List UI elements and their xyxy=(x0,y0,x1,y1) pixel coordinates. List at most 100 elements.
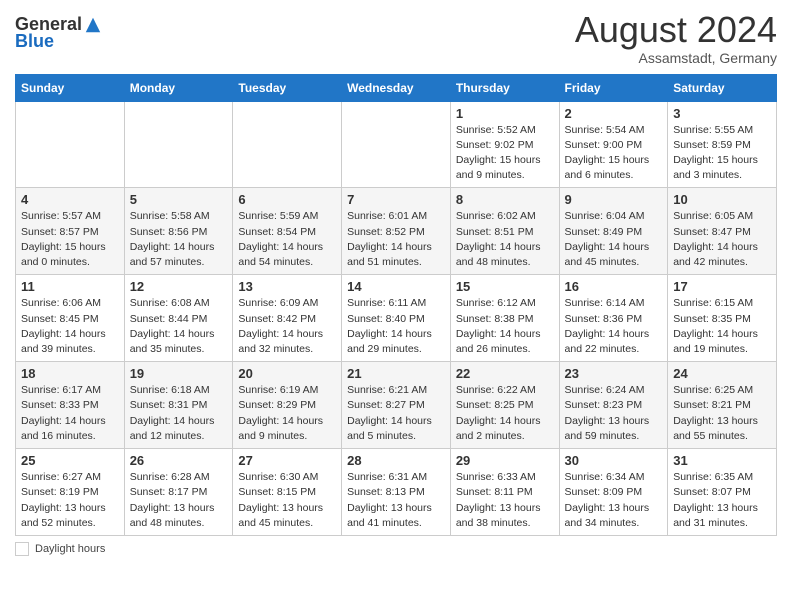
day-info: Sunrise: 6:21 AMSunset: 8:27 PMDaylight:… xyxy=(347,383,445,444)
calendar-day-cell: 9 Sunrise: 6:04 AMSunset: 8:49 PMDaylight… xyxy=(559,188,668,275)
day-info: Sunrise: 6:27 AMSunset: 8:19 PMDaylight:… xyxy=(21,470,119,531)
calendar-day-cell: 22 Sunrise: 6:22 AMSunset: 8:25 PMDayligh… xyxy=(450,362,559,449)
calendar-week-row: 11Sunrise: 6:06 AMSunset: 8:45 PMDayligh… xyxy=(16,275,777,362)
calendar-week-row: 25 Sunrise: 6:27 AMSunset: 8:19 PMDayligh… xyxy=(16,449,777,536)
calendar-dow-header: Sunday xyxy=(16,74,125,101)
day-info: Sunrise: 6:18 AMSunset: 8:31 PMDaylight:… xyxy=(130,383,228,444)
day-number: 31 xyxy=(673,453,771,468)
day-info: Sunrise: 5:59 AMSunset: 8:54 PMDaylight:… xyxy=(238,209,336,270)
calendar-day-cell: 17 Sunrise: 6:15 AMSunset: 8:35 PMDayligh… xyxy=(668,275,777,362)
calendar-day-cell: 15Sunrise: 6:12 AMSunset: 8:38 PMDayligh… xyxy=(450,275,559,362)
calendar-day-cell: 10Sunrise: 6:05 AMSunset: 8:47 PMDayligh… xyxy=(668,188,777,275)
calendar-day-cell: 29Sunrise: 6:33 AMSunset: 8:11 PMDayligh… xyxy=(450,449,559,536)
calendar-day-cell xyxy=(124,101,233,188)
day-info: Sunrise: 6:12 AMSunset: 8:38 PMDaylight:… xyxy=(456,296,554,357)
day-number: 25 xyxy=(21,453,119,468)
calendar-week-row: 18 Sunrise: 6:17 AMSunset: 8:33 PMDayligh… xyxy=(16,362,777,449)
day-info: Sunrise: 5:55 AMSunset: 8:59 PMDaylight:… xyxy=(673,123,771,184)
day-number: 23 xyxy=(565,366,663,381)
calendar-week-row: 1Sunrise: 5:52 AMSunset: 9:02 PMDaylight… xyxy=(16,101,777,188)
day-info: Sunrise: 6:05 AMSunset: 8:47 PMDaylight:… xyxy=(673,209,771,270)
day-number: 9 xyxy=(565,192,663,207)
calendar-day-cell: 27Sunrise: 6:30 AMSunset: 8:15 PMDayligh… xyxy=(233,449,342,536)
day-number: 22 xyxy=(456,366,554,381)
day-number: 13 xyxy=(238,279,336,294)
day-number: 17 xyxy=(673,279,771,294)
day-info: Sunrise: 6:02 AMSunset: 8:51 PMDaylight:… xyxy=(456,209,554,270)
day-number: 5 xyxy=(130,192,228,207)
day-number: 19 xyxy=(130,366,228,381)
day-number: 16 xyxy=(565,279,663,294)
day-number: 3 xyxy=(673,106,771,121)
day-number: 24 xyxy=(673,366,771,381)
day-info: Sunrise: 6:11 AMSunset: 8:40 PMDaylight:… xyxy=(347,296,445,357)
day-number: 18 xyxy=(21,366,119,381)
calendar-day-cell: 13 Sunrise: 6:09 AMSunset: 8:42 PMDayligh… xyxy=(233,275,342,362)
calendar-week-row: 4Sunrise: 5:57 AMSunset: 8:57 PMDaylight… xyxy=(16,188,777,275)
day-info: Sunrise: 6:34 AMSunset: 8:09 PMDaylight:… xyxy=(565,470,663,531)
daylight-box-icon xyxy=(15,542,29,556)
day-info: Sunrise: 6:17 AMSunset: 8:33 PMDaylight:… xyxy=(21,383,119,444)
calendar-dow-header: Friday xyxy=(559,74,668,101)
calendar-dow-header: Saturday xyxy=(668,74,777,101)
day-info: Sunrise: 6:25 AMSunset: 8:21 PMDaylight:… xyxy=(673,383,771,444)
calendar-day-cell: 23 Sunrise: 6:24 AMSunset: 8:23 PMDayligh… xyxy=(559,362,668,449)
calendar-day-cell: 26 Sunrise: 6:28 AMSunset: 8:17 PMDayligh… xyxy=(124,449,233,536)
calendar-day-cell xyxy=(233,101,342,188)
day-number: 21 xyxy=(347,366,445,381)
calendar-day-cell: 21 Sunrise: 6:21 AMSunset: 8:27 PMDayligh… xyxy=(342,362,451,449)
day-number: 8 xyxy=(456,192,554,207)
calendar-day-cell xyxy=(342,101,451,188)
calendar-day-cell: 30Sunrise: 6:34 AMSunset: 8:09 PMDayligh… xyxy=(559,449,668,536)
day-info: Sunrise: 6:04 AMSunset: 8:49 PMDaylight:… xyxy=(565,209,663,270)
day-number: 28 xyxy=(347,453,445,468)
calendar-day-cell: 6 Sunrise: 5:59 AMSunset: 8:54 PMDaylight… xyxy=(233,188,342,275)
logo-blue-text: Blue xyxy=(15,31,54,52)
day-info: Sunrise: 5:58 AMSunset: 8:56 PMDaylight:… xyxy=(130,209,228,270)
day-info: Sunrise: 6:15 AMSunset: 8:35 PMDaylight:… xyxy=(673,296,771,357)
day-info: Sunrise: 6:19 AMSunset: 8:29 PMDaylight:… xyxy=(238,383,336,444)
day-number: 6 xyxy=(238,192,336,207)
day-info: Sunrise: 6:31 AMSunset: 8:13 PMDaylight:… xyxy=(347,470,445,531)
day-number: 4 xyxy=(21,192,119,207)
calendar-day-cell: 1Sunrise: 5:52 AMSunset: 9:02 PMDaylight… xyxy=(450,101,559,188)
calendar-day-cell: 2Sunrise: 5:54 AMSunset: 9:00 PMDaylight… xyxy=(559,101,668,188)
calendar-dow-header: Tuesday xyxy=(233,74,342,101)
day-number: 26 xyxy=(130,453,228,468)
calendar-day-cell xyxy=(16,101,125,188)
calendar-day-cell: 12 Sunrise: 6:08 AMSunset: 8:44 PMDayligh… xyxy=(124,275,233,362)
title-block: August 2024 Assamstadt, Germany xyxy=(575,10,777,66)
day-number: 7 xyxy=(347,192,445,207)
day-number: 2 xyxy=(565,106,663,121)
calendar-table: SundayMondayTuesdayWednesdayThursdayFrid… xyxy=(15,74,777,536)
day-info: Sunrise: 6:01 AMSunset: 8:52 PMDaylight:… xyxy=(347,209,445,270)
month-year-title: August 2024 xyxy=(575,10,777,50)
day-info: Sunrise: 6:30 AMSunset: 8:15 PMDaylight:… xyxy=(238,470,336,531)
calendar-header-row: SundayMondayTuesdayWednesdayThursdayFrid… xyxy=(16,74,777,101)
calendar-day-cell: 28 Sunrise: 6:31 AMSunset: 8:13 PMDayligh… xyxy=(342,449,451,536)
day-number: 14 xyxy=(347,279,445,294)
day-info: Sunrise: 6:24 AMSunset: 8:23 PMDaylight:… xyxy=(565,383,663,444)
calendar-day-cell: 24 Sunrise: 6:25 AMSunset: 8:21 PMDayligh… xyxy=(668,362,777,449)
calendar-day-cell: 25 Sunrise: 6:27 AMSunset: 8:19 PMDayligh… xyxy=(16,449,125,536)
footer-note: Daylight hours xyxy=(15,542,777,556)
logo: General Blue xyxy=(15,10,102,52)
day-info: Sunrise: 6:09 AMSunset: 8:42 PMDaylight:… xyxy=(238,296,336,357)
day-info: Sunrise: 6:35 AMSunset: 8:07 PMDaylight:… xyxy=(673,470,771,531)
calendar-day-cell: 20 Sunrise: 6:19 AMSunset: 8:29 PMDayligh… xyxy=(233,362,342,449)
calendar-day-cell: 31 Sunrise: 6:35 AMSunset: 8:07 PMDayligh… xyxy=(668,449,777,536)
day-number: 1 xyxy=(456,106,554,121)
day-info: Sunrise: 6:06 AMSunset: 8:45 PMDaylight:… xyxy=(21,296,119,357)
calendar-day-cell: 18 Sunrise: 6:17 AMSunset: 8:33 PMDayligh… xyxy=(16,362,125,449)
logo-icon xyxy=(84,16,102,34)
calendar-day-cell: 14 Sunrise: 6:11 AMSunset: 8:40 PMDayligh… xyxy=(342,275,451,362)
calendar-day-cell: 8 Sunrise: 6:02 AMSunset: 8:51 PMDaylight… xyxy=(450,188,559,275)
calendar-dow-header: Wednesday xyxy=(342,74,451,101)
day-number: 20 xyxy=(238,366,336,381)
day-info: Sunrise: 6:08 AMSunset: 8:44 PMDaylight:… xyxy=(130,296,228,357)
location-subtitle: Assamstadt, Germany xyxy=(575,50,777,66)
calendar-day-cell: 4Sunrise: 5:57 AMSunset: 8:57 PMDaylight… xyxy=(16,188,125,275)
day-number: 12 xyxy=(130,279,228,294)
day-info: Sunrise: 6:28 AMSunset: 8:17 PMDaylight:… xyxy=(130,470,228,531)
day-info: Sunrise: 6:22 AMSunset: 8:25 PMDaylight:… xyxy=(456,383,554,444)
